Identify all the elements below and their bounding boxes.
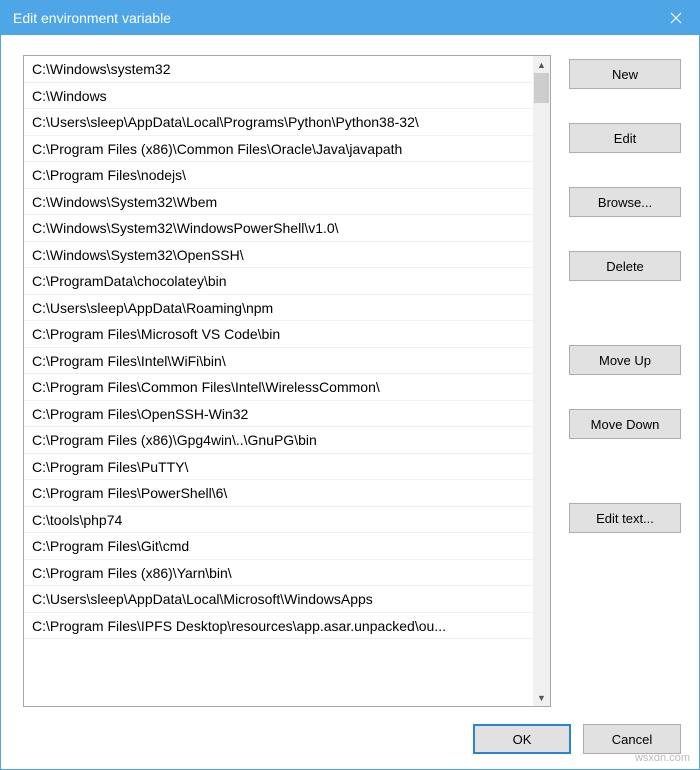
list-item[interactable]: C:\Program Files\nodejs\ bbox=[24, 162, 533, 189]
scroll-up-button[interactable]: ▲ bbox=[533, 56, 550, 73]
edit-button[interactable]: Edit bbox=[569, 123, 681, 153]
list-item[interactable]: C:\Program Files\Common Files\Intel\Wire… bbox=[24, 374, 533, 401]
path-list-container: C:\Windows\system32C:\WindowsC:\Users\sl… bbox=[23, 55, 551, 707]
chevron-down-icon: ▼ bbox=[537, 693, 546, 703]
list-item[interactable]: C:\ProgramData\chocolatey\bin bbox=[24, 268, 533, 295]
dialog-footer: OK Cancel bbox=[1, 717, 699, 769]
list-item[interactable]: C:\Program Files (x86)\Gpg4win\..\GnuPG\… bbox=[24, 427, 533, 454]
list-item[interactable]: C:\Users\sleep\AppData\Roaming\npm bbox=[24, 295, 533, 322]
delete-button[interactable]: Delete bbox=[569, 251, 681, 281]
edit-text-button[interactable]: Edit text... bbox=[569, 503, 681, 533]
watermark-text: wsxdn.com bbox=[635, 752, 690, 764]
scrollbar-track[interactable] bbox=[533, 73, 550, 689]
vertical-scrollbar[interactable]: ▲ ▼ bbox=[533, 56, 550, 706]
scroll-down-button[interactable]: ▼ bbox=[533, 689, 550, 706]
window-title: Edit environment variable bbox=[13, 10, 653, 26]
list-item[interactable]: C:\Users\sleep\AppData\Local\Microsoft\W… bbox=[24, 586, 533, 613]
list-item[interactable]: C:\Program Files\OpenSSH-Win32 bbox=[24, 401, 533, 428]
chevron-up-icon: ▲ bbox=[537, 60, 546, 70]
list-item[interactable]: C:\Windows\System32\WindowsPowerShell\v1… bbox=[24, 215, 533, 242]
list-item[interactable]: C:\Windows bbox=[24, 83, 533, 110]
scrollbar-thumb[interactable] bbox=[534, 73, 549, 103]
list-item[interactable]: C:\Program Files\Intel\WiFi\bin\ bbox=[24, 348, 533, 375]
browse-button[interactable]: Browse... bbox=[569, 187, 681, 217]
move-up-button[interactable]: Move Up bbox=[569, 345, 681, 375]
list-item[interactable]: C:\Windows\System32\OpenSSH\ bbox=[24, 242, 533, 269]
new-button[interactable]: New bbox=[569, 59, 681, 89]
button-sidebar: New Edit Browse... Delete Move Up Move D… bbox=[569, 55, 681, 707]
list-item[interactable]: C:\tools\php74 bbox=[24, 507, 533, 534]
list-item[interactable]: C:\Program Files\Microsoft VS Code\bin bbox=[24, 321, 533, 348]
list-item[interactable]: C:\Program Files\Git\cmd bbox=[24, 533, 533, 560]
close-button[interactable] bbox=[653, 1, 699, 35]
close-icon bbox=[670, 12, 682, 24]
titlebar[interactable]: Edit environment variable bbox=[1, 1, 699, 35]
list-item[interactable]: C:\Program Files\PowerShell\6\ bbox=[24, 480, 533, 507]
list-item[interactable]: C:\Program Files (x86)\Yarn\bin\ bbox=[24, 560, 533, 587]
ok-button[interactable]: OK bbox=[473, 724, 571, 754]
list-item[interactable]: C:\Windows\system32 bbox=[24, 56, 533, 83]
list-item[interactable]: C:\Program Files (x86)\Common Files\Orac… bbox=[24, 136, 533, 163]
path-list[interactable]: C:\Windows\system32C:\WindowsC:\Users\sl… bbox=[24, 56, 533, 706]
list-item[interactable]: C:\Program Files\IPFS Desktop\resources\… bbox=[24, 613, 533, 640]
dialog-window: Edit environment variable C:\Windows\sys… bbox=[0, 0, 700, 770]
cancel-button[interactable]: Cancel bbox=[583, 724, 681, 754]
list-item[interactable]: C:\Program Files\PuTTY\ bbox=[24, 454, 533, 481]
move-down-button[interactable]: Move Down bbox=[569, 409, 681, 439]
list-item[interactable]: C:\Windows\System32\Wbem bbox=[24, 189, 533, 216]
list-item[interactable]: C:\Users\sleep\AppData\Local\Programs\Py… bbox=[24, 109, 533, 136]
dialog-body: C:\Windows\system32C:\WindowsC:\Users\sl… bbox=[1, 35, 699, 717]
